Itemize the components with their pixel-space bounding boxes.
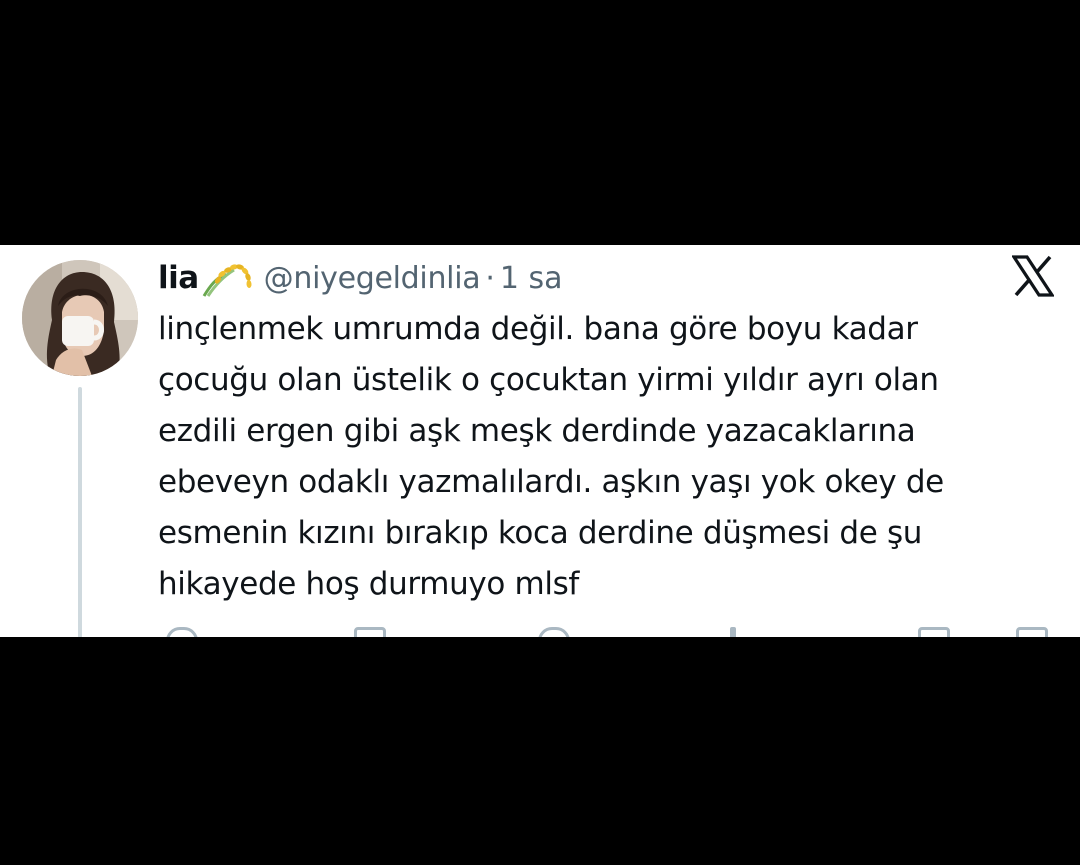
tweet-text-line: ebeveyn odaklı yazmalılardı. aşkın yaşı … xyxy=(158,464,944,500)
share-icon[interactable] xyxy=(1016,627,1050,637)
tweet-card[interactable]: lia @niyegeldinlia · 1 sa linçlenmek umr… xyxy=(0,245,1080,637)
tweet-text-line: linçlenmek umrumda değil. bana göre boyu… xyxy=(158,311,918,347)
thread-line xyxy=(78,387,82,637)
screenshot-frame: lia @niyegeldinlia · 1 sa linçlenmek umr… xyxy=(0,0,1080,865)
tweet-text-line: ezdili ergen gibi aşk meşk derdinde yaza… xyxy=(158,413,916,449)
tweet-text-line: esmenin kızını bırakıp koca derdine düşm… xyxy=(158,515,923,551)
tweet-actions xyxy=(158,627,1048,637)
timestamp[interactable]: 1 sa xyxy=(500,261,563,296)
avatar[interactable] xyxy=(22,260,138,376)
tweet-text: linçlenmek umrumda değil. bana göre boyu… xyxy=(158,304,1063,610)
display-name[interactable]: lia xyxy=(158,260,199,296)
bookmark-icon[interactable] xyxy=(918,627,952,637)
repost-icon[interactable] xyxy=(354,627,388,637)
tweet-text-line: çocuğu olan üstelik o çocuktan yirmi yıl… xyxy=(158,362,939,398)
rice-sheaf-emoji-icon xyxy=(200,258,252,298)
avatar-image xyxy=(22,260,138,376)
user-handle[interactable]: @niyegeldinlia xyxy=(264,261,481,296)
like-icon[interactable] xyxy=(538,627,572,637)
tweet-header: lia @niyegeldinlia · 1 sa xyxy=(158,255,563,301)
reply-icon[interactable] xyxy=(166,627,200,637)
separator-dot: · xyxy=(485,260,495,296)
tweet-text-line: hikayede hoş durmuyo mlsf xyxy=(158,566,579,602)
x-logo-icon[interactable] xyxy=(1011,255,1055,297)
views-icon[interactable] xyxy=(730,627,764,637)
